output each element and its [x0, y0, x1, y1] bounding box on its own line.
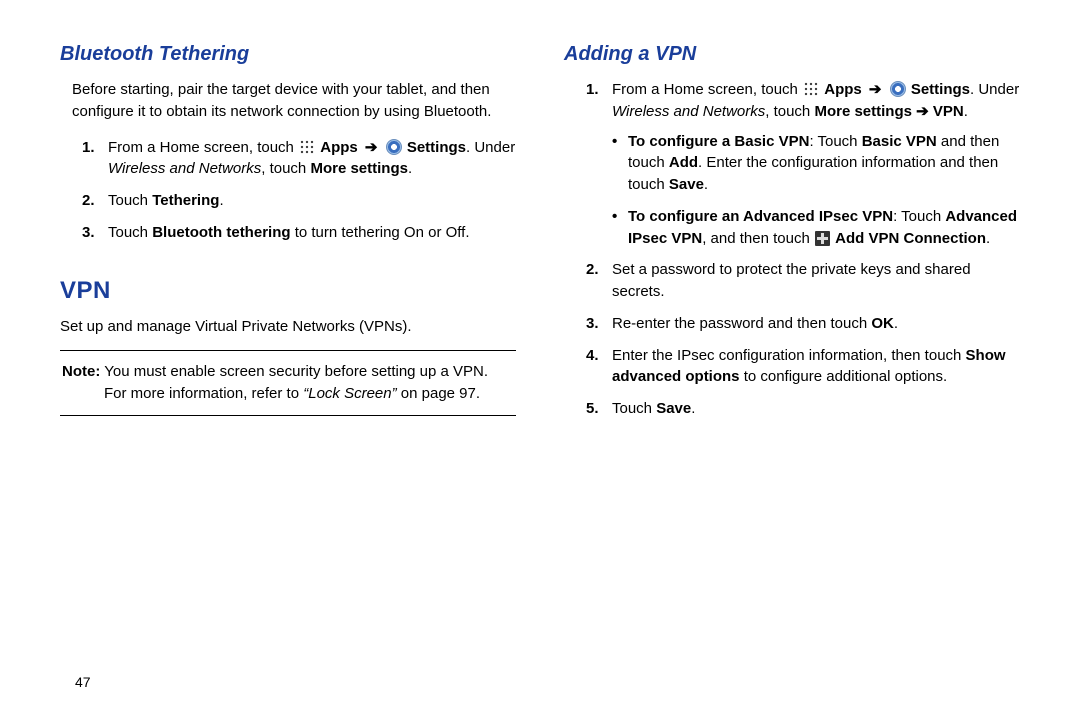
text: . — [691, 400, 695, 417]
bt-step-2: 2. Touch Tethering. — [82, 190, 516, 212]
arrow-icon: ➔ — [358, 139, 385, 156]
bullet-advanced-vpn: To configure an Advanced IPsec VPN: Touc… — [612, 206, 1020, 250]
page-number: 47 — [75, 672, 91, 692]
addvpn-steps-list: 1. From a Home screen, touch Apps ➔ Sett… — [586, 79, 1020, 420]
text: From a Home screen, touch — [108, 139, 298, 156]
text: . — [894, 315, 898, 332]
text: . — [704, 176, 708, 193]
addvpn-step-1: 1. From a Home screen, touch Apps ➔ Sett… — [586, 79, 1020, 249]
addvpn-step-4: 4. Enter the IPsec configuration informa… — [586, 345, 1020, 389]
settings-icon — [386, 139, 402, 155]
page-columns: Bluetooth Tethering Before starting, pai… — [60, 40, 1020, 430]
vpn-intro-text: Set up and manage Virtual Private Networ… — [60, 316, 516, 338]
text: : Touch — [893, 208, 945, 225]
vpn-config-bullets: To configure a Basic VPN: Touch Basic VP… — [612, 131, 1020, 250]
tethering-label: Tethering — [152, 192, 219, 209]
step-number: 3. — [586, 313, 599, 335]
text: Enter the IPsec configuration informatio… — [612, 347, 966, 364]
settings-icon — [890, 81, 906, 97]
basic-vpn-label: Basic VPN — [862, 133, 937, 150]
bt-steps-list: 1. From a Home screen, touch Apps ➔ Sett… — [82, 137, 516, 244]
apps-icon — [299, 139, 315, 155]
left-column: Bluetooth Tethering Before starting, pai… — [60, 40, 516, 430]
wireless-networks-label: Wireless and Networks — [108, 160, 261, 177]
settings-label: Settings — [911, 81, 970, 98]
plus-icon — [815, 231, 830, 246]
text: . — [964, 103, 968, 120]
step-number: 2. — [82, 190, 95, 212]
text: Touch — [612, 400, 656, 417]
text: Re-enter the password and then touch — [612, 315, 871, 332]
ok-label: OK — [871, 315, 894, 332]
addvpn-step-5: 5. Touch Save. — [586, 398, 1020, 420]
text: . Under — [466, 139, 515, 156]
basic-vpn-config-label: To configure a Basic VPN — [628, 133, 809, 150]
step-number: 2. — [586, 259, 599, 281]
heading-bluetooth-tethering: Bluetooth Tethering — [60, 40, 516, 69]
text: , and then touch — [702, 230, 814, 247]
text: on page 97. — [397, 385, 480, 402]
bt-intro-text: Before starting, pair the target device … — [72, 79, 516, 123]
lock-screen-ref: “Lock Screen” — [303, 385, 396, 402]
note-box: Note: You must enable screen security be… — [60, 350, 516, 416]
text: . Under — [970, 81, 1019, 98]
text: : Touch — [809, 133, 861, 150]
add-label: Add — [669, 154, 698, 171]
more-settings-vpn-label: More settings ➔ VPN — [814, 103, 963, 120]
save-label: Save — [656, 400, 691, 417]
apps-icon — [803, 81, 819, 97]
apps-label: Apps — [824, 81, 862, 98]
advanced-vpn-config-label: To configure an Advanced IPsec VPN — [628, 208, 893, 225]
more-settings-label: More settings — [310, 160, 408, 177]
arrow-icon: ➔ — [862, 81, 889, 98]
heading-vpn: VPN — [60, 274, 516, 309]
step-number: 1. — [82, 137, 95, 159]
text: to turn tethering On or Off. — [291, 224, 470, 241]
addvpn-step-3: 3. Re-enter the password and then touch … — [586, 313, 1020, 335]
add-vpn-connection-label: Add VPN Connection — [835, 230, 986, 247]
text: . — [408, 160, 412, 177]
text: . — [219, 192, 223, 209]
settings-label: Settings — [407, 139, 466, 156]
text: Set a password to protect the private ke… — [612, 261, 971, 300]
note-text: Note: You must enable screen security be… — [62, 361, 514, 405]
text: Touch — [108, 224, 152, 241]
text: , touch — [261, 160, 310, 177]
wireless-networks-label: Wireless and Networks — [612, 103, 765, 120]
heading-adding-vpn: Adding a VPN — [564, 40, 1020, 69]
note-label: Note: — [62, 363, 100, 380]
bt-step-1: 1. From a Home screen, touch Apps ➔ Sett… — [82, 137, 516, 181]
text: Touch — [108, 192, 152, 209]
addvpn-step-2: 2. Set a password to protect the private… — [586, 259, 1020, 303]
step-number: 4. — [586, 345, 599, 367]
text: to configure additional options. — [740, 368, 948, 385]
bluetooth-tethering-label: Bluetooth tethering — [152, 224, 290, 241]
right-column: Adding a VPN 1. From a Home screen, touc… — [564, 40, 1020, 430]
step-number: 1. — [586, 79, 599, 101]
text: From a Home screen, touch — [612, 81, 802, 98]
step-number: 3. — [82, 222, 95, 244]
step-number: 5. — [586, 398, 599, 420]
apps-label: Apps — [320, 139, 358, 156]
save-label: Save — [669, 176, 704, 193]
text: , touch — [765, 103, 814, 120]
bt-step-3: 3. Touch Bluetooth tethering to turn tet… — [82, 222, 516, 244]
text: . — [986, 230, 990, 247]
bullet-basic-vpn: To configure a Basic VPN: Touch Basic VP… — [612, 131, 1020, 196]
